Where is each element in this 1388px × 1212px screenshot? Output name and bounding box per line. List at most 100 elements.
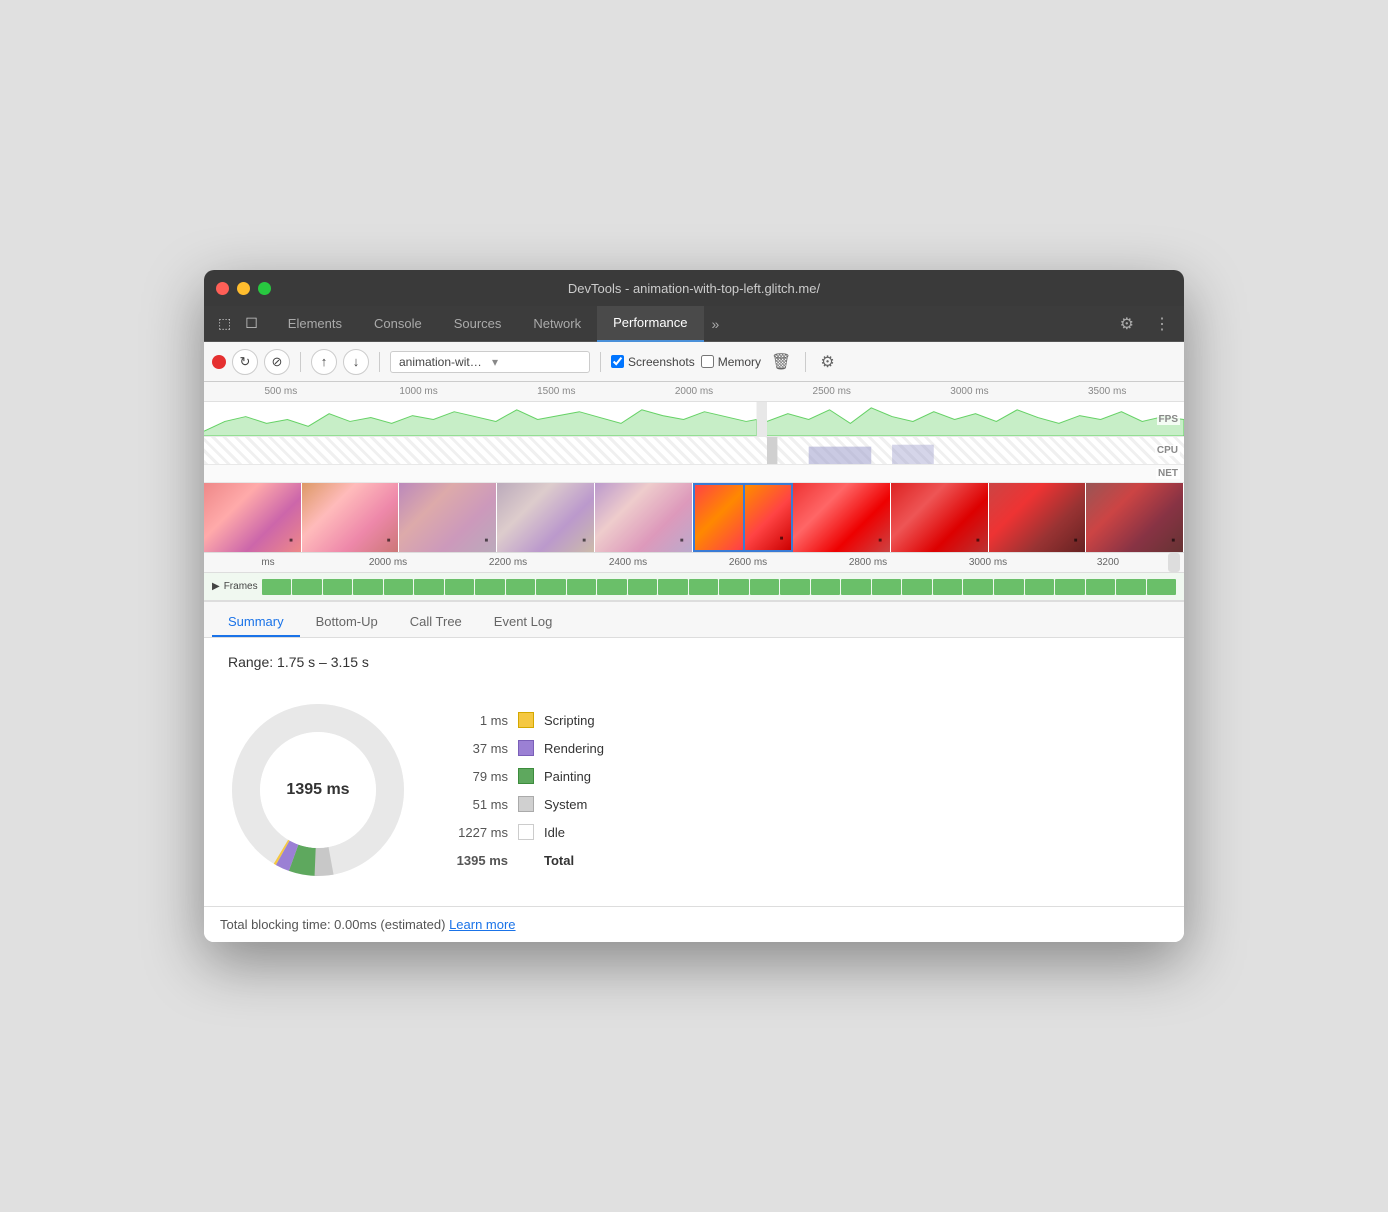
net-label: NET <box>1156 468 1180 479</box>
time-mark-2500: 2500 ms <box>763 386 901 397</box>
frames-expand-button[interactable]: ▶ Frames <box>212 581 258 592</box>
frame-bar <box>872 579 902 595</box>
footer-bar: Total blocking time: 0.00ms (estimated) … <box>204 906 1184 942</box>
separator-2 <box>379 352 380 372</box>
subtab-summary[interactable]: Summary <box>212 606 300 637</box>
time-label-2000: 2000 ms <box>328 557 448 568</box>
idle-label: Idle <box>544 825 565 840</box>
frame-bar <box>262 579 292 595</box>
capture-settings-icon[interactable]: ⚙ <box>816 350 838 374</box>
time-marks: 500 ms 1000 ms 1500 ms 2000 ms 2500 ms 3… <box>212 386 1176 397</box>
url-dropdown-icon[interactable]: ▾ <box>492 355 581 369</box>
system-ms: 51 ms <box>448 797 508 812</box>
time-label-2400: 2400 ms <box>568 557 688 568</box>
range-text: Range: 1.75 s – 3.15 s <box>228 654 1160 670</box>
frames-label: Frames <box>224 581 258 592</box>
more-tabs-icon[interactable]: » <box>704 308 728 340</box>
traffic-lights <box>216 282 271 295</box>
fps-label: FPS <box>1157 414 1180 425</box>
tab-network[interactable]: Network <box>517 306 597 342</box>
screenshot-1 <box>204 483 302 552</box>
time-label-2200: 2200 ms <box>448 557 568 568</box>
trash-icon[interactable]: 🗑 <box>767 350 795 374</box>
total-label: Total <box>544 853 574 868</box>
scripting-color-swatch <box>518 712 534 728</box>
screenshots-label: Screenshots <box>628 355 695 369</box>
frame-bar <box>1147 579 1177 595</box>
time-label-2800: 2800 ms <box>808 557 928 568</box>
tabbar-icons: ⬚ ☐ <box>212 311 264 336</box>
inspect-icon[interactable]: ⬚ <box>212 311 237 336</box>
subtab-bottom-up[interactable]: Bottom-Up <box>300 606 394 637</box>
tab-console[interactable]: Console <box>358 306 438 342</box>
legend-item-scripting: 1 ms Scripting <box>448 712 604 728</box>
clear-button[interactable]: ⊘ <box>264 349 290 375</box>
painting-color-swatch <box>518 768 534 784</box>
settings-icon[interactable]: ⚙ <box>1114 310 1140 338</box>
blocking-time-text: Total blocking time: 0.00ms (estimated) <box>220 917 445 932</box>
memory-checkbox[interactable] <box>701 355 714 368</box>
tab-elements[interactable]: Elements <box>272 306 358 342</box>
frames-triangle-icon: ▶ <box>212 581 220 592</box>
frame-bar <box>567 579 597 595</box>
learn-more-link[interactable]: Learn more <box>449 917 515 932</box>
time-label-2600: 2600 ms <box>688 557 808 568</box>
device-icon[interactable]: ☐ <box>239 311 264 336</box>
url-selector[interactable]: animation-with-top-left.... ▾ <box>390 351 590 373</box>
time-mark-3500: 3500 ms <box>1038 386 1176 397</box>
summary-content: Range: 1.75 s – 3.15 s <box>204 638 1184 906</box>
time-labels-row: ms 2000 ms 2200 ms 2400 ms 2600 ms 2800 … <box>204 553 1184 573</box>
time-mark-1000: 1000 ms <box>350 386 488 397</box>
separator-3 <box>600 352 601 372</box>
subtab-event-log[interactable]: Event Log <box>478 606 569 637</box>
legend-item-total: 1395 ms Total <box>448 852 604 868</box>
screenshots-checkbox[interactable] <box>611 355 624 368</box>
tabbar-right-icons: ⚙ ⋮ <box>1114 310 1176 338</box>
frame-bar <box>1025 579 1055 595</box>
separator-1 <box>300 352 301 372</box>
frame-bar <box>506 579 536 595</box>
frame-bar <box>1086 579 1116 595</box>
frame-bar <box>719 579 749 595</box>
download-button[interactable]: ↓ <box>343 349 369 375</box>
tab-performance[interactable]: Performance <box>597 306 703 342</box>
maximize-button[interactable] <box>258 282 271 295</box>
subtab-call-tree[interactable]: Call Tree <box>394 606 478 637</box>
frames-row: ▶ Frames <box>204 573 1184 601</box>
timeline-area: 500 ms 1000 ms 1500 ms 2000 ms 2500 ms 3… <box>204 382 1184 602</box>
screenshot-5 <box>595 483 693 552</box>
separator-4 <box>805 352 806 372</box>
screenshot-7 <box>793 483 891 552</box>
record-button[interactable] <box>212 355 226 369</box>
close-button[interactable] <box>216 282 229 295</box>
upload-button[interactable]: ↑ <box>311 349 337 375</box>
cpu-label: CPU <box>1155 445 1180 456</box>
frame-bar <box>323 579 353 595</box>
time-mark-2000: 2000 ms <box>625 386 763 397</box>
frame-bar <box>780 579 810 595</box>
net-row: NET <box>204 465 1184 483</box>
reload-button[interactable]: ↻ <box>232 349 258 375</box>
frame-bar <box>445 579 475 595</box>
minimize-button[interactable] <box>237 282 250 295</box>
frames-bars <box>262 579 1176 595</box>
cpu-graph <box>204 437 1184 464</box>
frame-bar <box>475 579 505 595</box>
fps-graph <box>204 402 1184 436</box>
screenshot-8 <box>891 483 989 552</box>
screenshot-10 <box>1086 483 1184 552</box>
screenshot-2 <box>302 483 400 552</box>
more-options-icon[interactable]: ⋮ <box>1148 310 1176 338</box>
system-color-swatch <box>518 796 534 812</box>
idle-ms: 1227 ms <box>448 825 508 840</box>
time-label-ms: ms <box>208 557 328 568</box>
frame-bar <box>811 579 841 595</box>
frame-bar <box>658 579 688 595</box>
devtools-window: DevTools - animation-with-top-left.glitc… <box>204 270 1184 942</box>
tab-sources[interactable]: Sources <box>438 306 518 342</box>
rendering-color-swatch <box>518 740 534 756</box>
scrollbar-thumb[interactable] <box>1168 553 1180 572</box>
total-color-swatch <box>518 852 534 868</box>
frame-bar <box>902 579 932 595</box>
memory-label: Memory <box>718 355 761 369</box>
